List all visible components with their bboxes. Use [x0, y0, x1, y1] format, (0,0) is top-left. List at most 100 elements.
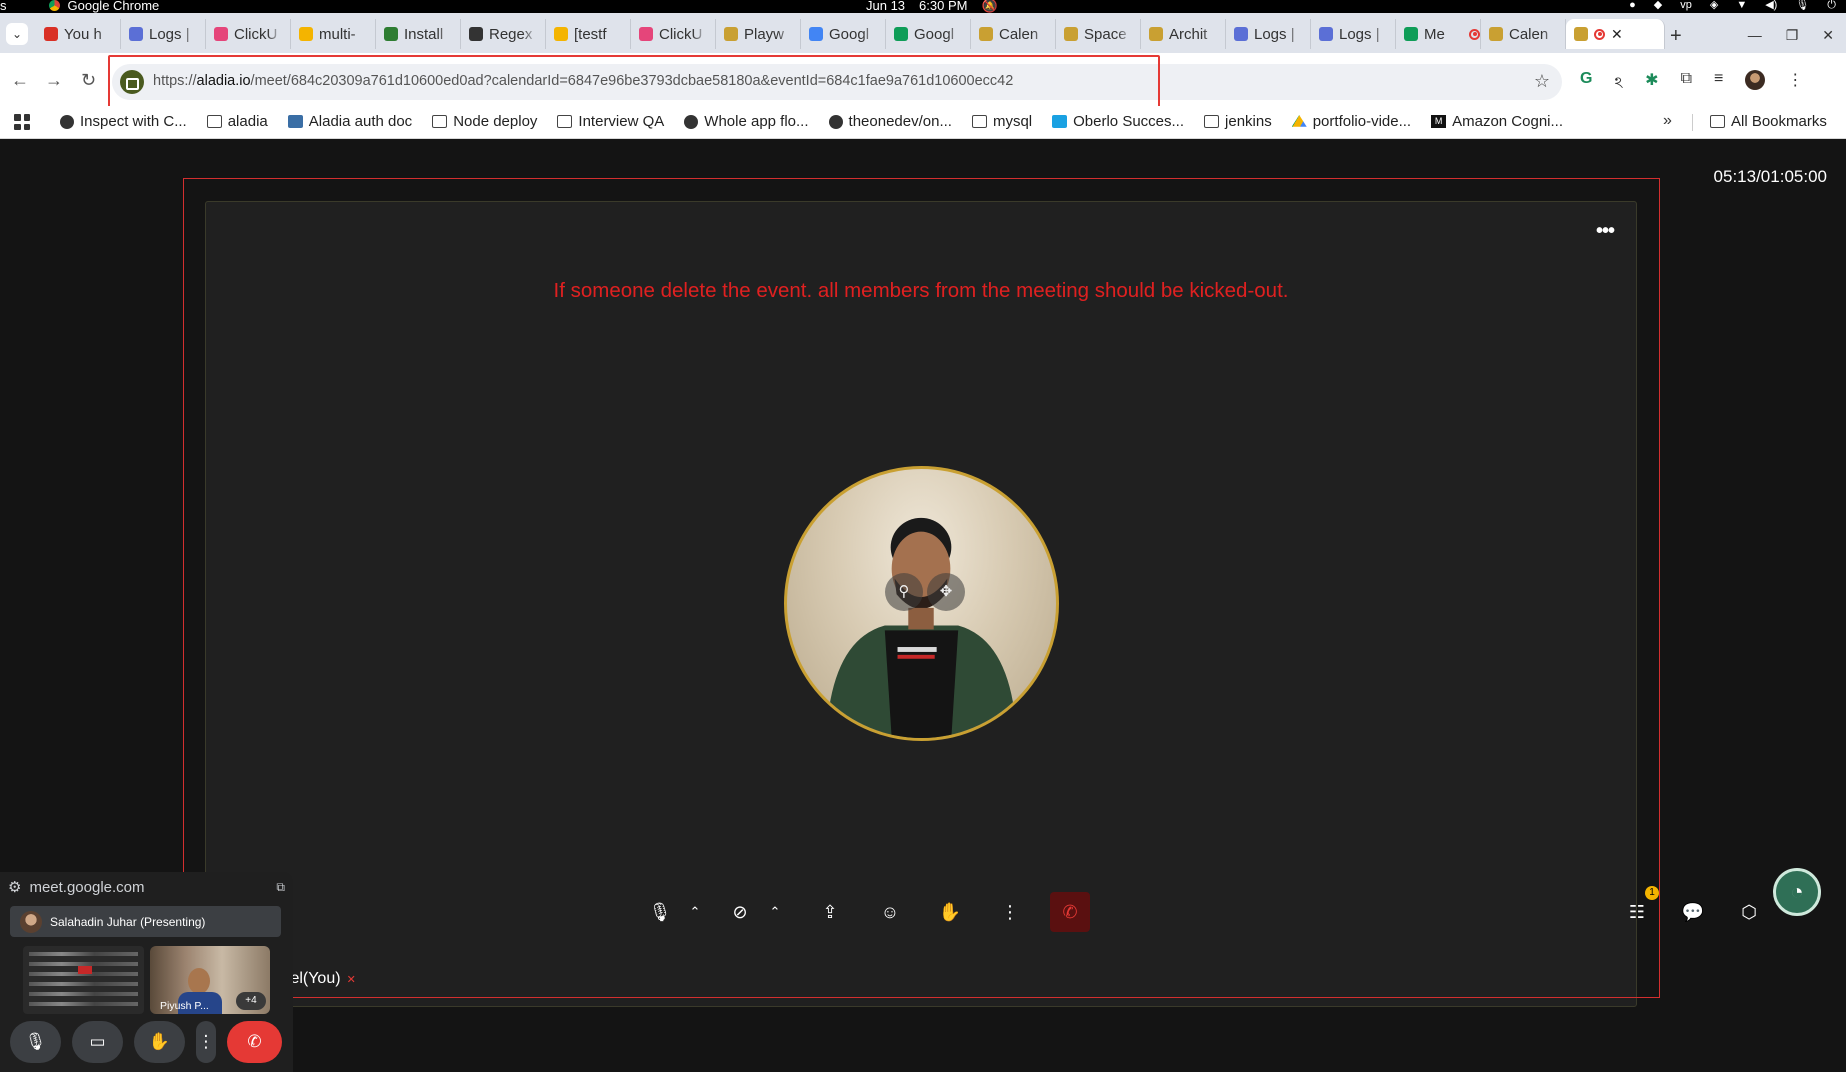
- end-call-button[interactable]: ✆: [1050, 892, 1090, 932]
- extension-icon[interactable]: ঽ: [1614, 70, 1623, 97]
- activities-icon[interactable]: ⬡: [1729, 892, 1769, 932]
- url-text[interactable]: https://aladia.io/meet/684c20309a761d106…: [153, 73, 1013, 89]
- tab-item[interactable]: Googl: [801, 19, 886, 49]
- tab-item[interactable]: Archit: [1141, 19, 1226, 49]
- emoji-icon[interactable]: ☺: [870, 892, 910, 932]
- tab-item-active[interactable]: ✕: [1566, 19, 1665, 49]
- wifi-icon[interactable]: ▼: [1736, 0, 1747, 12]
- close-window-button[interactable]: ✕: [1822, 27, 1834, 44]
- dropbox-icon[interactable]: ◈: [1710, 0, 1718, 12]
- participants-icon[interactable]: ☷ 1: [1617, 886, 1659, 932]
- tab-item[interactable]: Logs |: [1311, 19, 1396, 49]
- tab-item[interactable]: Calen: [971, 19, 1056, 49]
- tab-item[interactable]: You h: [36, 19, 121, 49]
- share-screen-icon[interactable]: ⇪: [810, 892, 850, 932]
- presenting-banner[interactable]: Salahadin Juhar (Presenting): [10, 906, 281, 937]
- os-app-name[interactable]: Google Chrome: [68, 0, 160, 12]
- reload-button[interactable]: ↻: [81, 70, 96, 91]
- back-button[interactable]: ←: [11, 70, 29, 91]
- move-icon[interactable]: ✥: [927, 573, 965, 611]
- tile-hover-controls: ⚲ ✥: [885, 573, 965, 611]
- new-tab-button[interactable]: +: [1670, 25, 1682, 48]
- bookmarks-overflow-button[interactable]: »: [1663, 112, 1672, 130]
- chrome-icon: [299, 27, 313, 41]
- camera-off-icon[interactable]: ⊘: [720, 892, 760, 932]
- all-bookmarks-button[interactable]: All Bookmarks: [1710, 113, 1827, 130]
- tile-options-icon[interactable]: •••: [1596, 220, 1615, 243]
- bookmark-item[interactable]: Inspect with C...: [60, 113, 187, 130]
- pip-raise-hand-icon[interactable]: ✋: [134, 1021, 185, 1063]
- tab-item[interactable]: ClickU: [631, 19, 716, 49]
- meet-icon: [894, 27, 908, 41]
- bookmark-item[interactable]: Interview QA: [557, 113, 664, 130]
- more-options-icon[interactable]: ⋮: [990, 892, 1030, 932]
- tab-item[interactable]: [testf: [546, 19, 631, 49]
- chat-icon[interactable]: 💬: [1673, 892, 1713, 932]
- raise-hand-icon[interactable]: ✋: [930, 892, 970, 932]
- presentation-thumbnail[interactable]: [23, 946, 144, 1014]
- address-bar[interactable]: https://aladia.io/meet/684c20309a761d106…: [112, 64, 1562, 100]
- medium-icon: M: [1431, 115, 1447, 128]
- minimize-button[interactable]: —: [1748, 27, 1762, 44]
- tab-item[interactable]: Googl: [886, 19, 971, 49]
- pin-icon[interactable]: ⚲: [885, 573, 923, 611]
- microphone-icon[interactable]: 🎙: [640, 892, 680, 932]
- tab-item[interactable]: Calen: [1481, 19, 1566, 49]
- support-chat-bubble[interactable]: ◔: [1773, 868, 1821, 916]
- pip-return-icon[interactable]: ⧉: [276, 880, 285, 895]
- mic-icon[interactable]: 🎙: [1795, 0, 1809, 12]
- power-icon[interactable]: ⏻: [1827, 0, 1836, 12]
- shield-icon[interactable]: ◆: [1654, 0, 1662, 12]
- os-activities[interactable]: s: [0, 0, 7, 12]
- tab-item[interactable]: Install: [376, 19, 461, 49]
- tab-item[interactable]: Logs |: [121, 19, 206, 49]
- tab-item[interactable]: Me: [1396, 19, 1481, 49]
- participant-thumbnail[interactable]: Piyush P... +4: [150, 946, 270, 1014]
- kebab-menu-icon[interactable]: ⋮: [1787, 70, 1803, 97]
- tab-item[interactable]: Space: [1056, 19, 1141, 49]
- vpn-icon[interactable]: vp: [1680, 0, 1692, 12]
- site-info-icon[interactable]: [120, 70, 144, 94]
- audio-options-caret[interactable]: ⌃: [680, 892, 710, 932]
- bookmark-item[interactable]: jenkins: [1204, 113, 1272, 130]
- bell-off-icon: 🔕: [981, 0, 998, 13]
- tab-search-button[interactable]: ⌄: [6, 23, 28, 45]
- bookmark-item[interactable]: aladia: [206, 113, 268, 130]
- bookmark-item[interactable]: Aladia auth doc: [287, 113, 412, 130]
- bookmark-item[interactable]: theonedev/on...: [828, 113, 952, 130]
- bookmark-item[interactable]: mysql: [971, 113, 1032, 130]
- volume-icon[interactable]: ◀): [1765, 0, 1777, 12]
- pip-header: ⚙ meet.google.com ⧉: [0, 872, 293, 902]
- bookmark-star-icon[interactable]: ☆: [1534, 71, 1550, 92]
- tab-item[interactable]: Playw: [716, 19, 801, 49]
- tab-item[interactable]: Logs |: [1226, 19, 1311, 49]
- close-tab-icon[interactable]: ✕: [1611, 26, 1623, 43]
- tab-item[interactable]: ClickU: [206, 19, 291, 49]
- os-clock[interactable]: Jun 13 6:30 PM 🔕: [866, 0, 998, 12]
- profile-avatar[interactable]: [1745, 70, 1766, 90]
- puzzle-icon[interactable]: ⧉: [1681, 70, 1692, 97]
- os-tray[interactable]: ● ◆ vp ◈ ▼ ◀) 🎙 ⏻: [1629, 0, 1836, 12]
- bookmark-item[interactable]: Oberlo Succes...: [1052, 113, 1184, 130]
- firefox-icon[interactable]: ●: [1629, 0, 1636, 12]
- media-control-icon[interactable]: ≡: [1714, 70, 1723, 97]
- bookmark-item[interactable]: Node deploy: [432, 113, 537, 130]
- apps-grid-icon[interactable]: [14, 114, 30, 130]
- more-participants-count[interactable]: +4: [236, 992, 266, 1010]
- bug-icon[interactable]: ✱: [1645, 70, 1658, 97]
- bookmark-item[interactable]: portfolio-vide...: [1291, 113, 1411, 130]
- bookmark-item[interactable]: M Amazon Cogni...: [1431, 113, 1563, 130]
- pip-microphone-icon[interactable]: 🎙: [10, 1021, 61, 1063]
- tab-title: [testf: [574, 25, 607, 43]
- settings-sliders-icon[interactable]: ⚙: [8, 878, 21, 896]
- bookmark-item[interactable]: Whole app flo...: [684, 113, 809, 130]
- tab-item[interactable]: multi-: [291, 19, 376, 49]
- video-options-caret[interactable]: ⌃: [760, 892, 790, 932]
- grammarly-icon[interactable]: G: [1580, 70, 1592, 97]
- forward-button[interactable]: →: [45, 70, 63, 91]
- restore-button[interactable]: ❐: [1786, 27, 1799, 44]
- pip-camera-icon[interactable]: ▭: [72, 1021, 123, 1063]
- pip-more-icon[interactable]: ⋮: [196, 1021, 216, 1063]
- tab-item[interactable]: Regex: [461, 19, 546, 49]
- pip-end-call-button[interactable]: ✆: [227, 1021, 282, 1063]
